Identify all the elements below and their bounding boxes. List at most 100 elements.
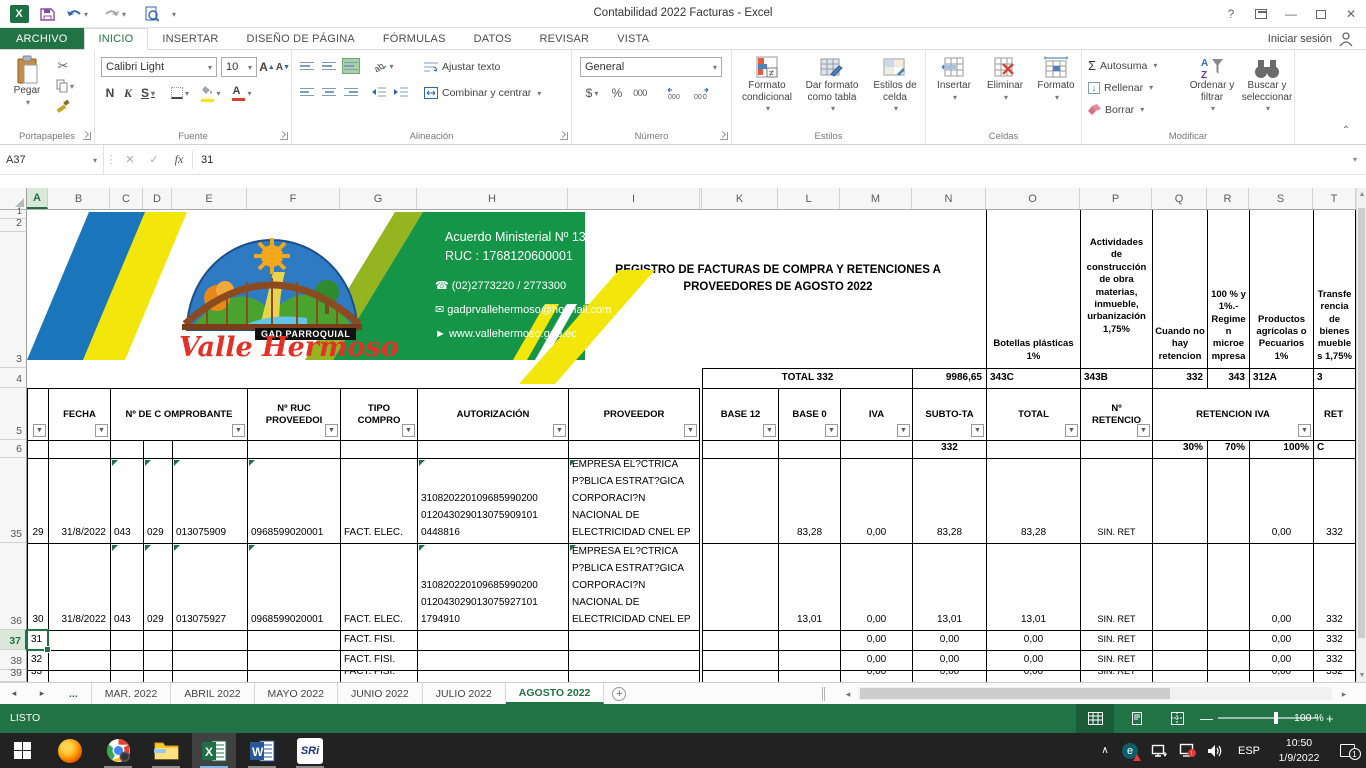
new-sheet-button[interactable]: +: [604, 683, 634, 704]
sheet-tab-julio[interactable]: JULIO 2022: [423, 683, 506, 704]
format-as-table-button[interactable]: Dar formato como tabla: [800, 56, 864, 115]
cell-L37[interactable]: [778, 630, 840, 650]
alignment-dialog-launcher[interactable]: [560, 132, 568, 140]
start-button[interactable]: [0, 733, 44, 768]
filter-icon[interactable]: ▼: [763, 424, 776, 437]
col-header-C[interactable]: C: [110, 188, 143, 209]
insert-cells-button[interactable]: Insertar: [930, 56, 978, 103]
page-break-view-button[interactable]: [1158, 704, 1196, 733]
horizontal-scrollbar[interactable]: [858, 687, 1332, 700]
cell-P35[interactable]: SIN. RET: [1080, 458, 1152, 543]
cell-Q4[interactable]: 332: [1152, 368, 1207, 388]
underline-button[interactable]: S: [137, 84, 159, 102]
hscroll-right-icon[interactable]: ▸: [1336, 686, 1352, 702]
format-cells-button[interactable]: Formato: [1032, 56, 1080, 103]
fill-button[interactable]: ↓Rellenar: [1088, 79, 1170, 96]
cell-B36[interactable]: 31/8/2022: [48, 543, 110, 630]
cell-O3[interactable]: Botellas plásticas 1%: [986, 210, 1080, 368]
cell-H38[interactable]: [417, 650, 568, 670]
cell-R3[interactable]: 100 % y 1%.- Regimen microempresa: [1207, 210, 1249, 368]
tray-eset-icon[interactable]: e: [1118, 733, 1142, 768]
sign-in[interactable]: Iniciar sesión: [1268, 28, 1354, 50]
col-header-F[interactable]: F: [247, 188, 340, 209]
cell-O36[interactable]: 13,01: [986, 543, 1080, 630]
cell-I39[interactable]: [568, 670, 700, 682]
cell-O4[interactable]: 343C: [986, 368, 1080, 388]
cell-G35[interactable]: FACT. ELEC.: [340, 458, 417, 543]
sheet-tab-agosto[interactable]: AGOSTO 2022: [506, 683, 605, 704]
cell-E6[interactable]: [172, 440, 247, 458]
tab-insertar[interactable]: INSERTAR: [148, 28, 232, 49]
cell-S36[interactable]: 0,00: [1249, 543, 1313, 630]
header-ruc[interactable]: Nº RUC PROVEEDOI▼: [247, 388, 340, 440]
page-layout-view-button[interactable]: [1118, 704, 1156, 733]
filter-icon[interactable]: ▼: [1298, 424, 1311, 437]
name-box[interactable]: A37: [0, 145, 104, 174]
cell-B6[interactable]: [48, 440, 110, 458]
filter-icon[interactable]: ▼: [684, 424, 697, 437]
header-subtotal[interactable]: SUBTO-TA▼: [912, 388, 986, 440]
increase-decimal-icon[interactable]: 000: [664, 84, 686, 102]
col-header-N[interactable]: N: [912, 188, 986, 209]
zoom-level[interactable]: 100 %: [1294, 712, 1324, 724]
col-header-M[interactable]: M: [840, 188, 912, 209]
cell-M35[interactable]: 0,00: [840, 458, 912, 543]
borders-button[interactable]: [167, 84, 193, 102]
clipboard-dialog-launcher[interactable]: [83, 132, 91, 140]
cell-B35[interactable]: 31/8/2022: [48, 458, 110, 543]
cell-C6[interactable]: [110, 440, 143, 458]
paste-button[interactable]: Pegar: [6, 55, 48, 108]
clear-button[interactable]: Borrar: [1088, 101, 1160, 118]
sheet-tab-mayo[interactable]: MAYO 2022: [255, 683, 338, 704]
col-header-O[interactable]: O: [986, 188, 1080, 209]
format-painter-icon[interactable]: [54, 98, 72, 114]
cell-E37[interactable]: [172, 630, 247, 650]
taskbar-explorer[interactable]: [144, 733, 188, 768]
align-top-icon[interactable]: [298, 58, 316, 74]
vertical-scroll-thumb[interactable]: [1358, 208, 1365, 638]
cell-M37[interactable]: 0,00: [840, 630, 912, 650]
cell-N4[interactable]: 9986,65: [912, 368, 986, 388]
header-tipo[interactable]: TIPO COMPRO▼: [340, 388, 417, 440]
tab-vista[interactable]: VISTA: [603, 28, 663, 49]
cell-total-label[interactable]: TOTAL 332: [702, 368, 912, 388]
cell-L35[interactable]: 83,28: [778, 458, 840, 543]
filter-icon[interactable]: ▼: [33, 424, 46, 437]
cut-icon[interactable]: ✂: [54, 58, 72, 74]
decrease-decimal-icon[interactable]: 000: [690, 84, 712, 102]
tray-volume-icon[interactable]: [1202, 733, 1228, 768]
col-header-I[interactable]: I: [568, 188, 700, 209]
cell-E38[interactable]: [172, 650, 247, 670]
sheet-tab-mar[interactable]: MAR. 2022: [91, 683, 172, 704]
cell-Q3[interactable]: Cuando no hay retencion: [1152, 210, 1207, 368]
cell-D39[interactable]: [143, 670, 172, 682]
cell-Q37[interactable]: [1152, 630, 1207, 650]
cell-N39[interactable]: 0,00: [912, 670, 986, 682]
cell-N6[interactable]: 332: [912, 440, 986, 458]
cell-E39[interactable]: [172, 670, 247, 682]
cell-I6[interactable]: [568, 440, 700, 458]
header-base12[interactable]: BASE 12▼: [702, 388, 778, 440]
minimize-button[interactable]: —: [1276, 0, 1306, 28]
header-ret2[interactable]: RET: [1313, 388, 1356, 440]
header-total[interactable]: TOTAL▼: [986, 388, 1080, 440]
insert-function-icon[interactable]: fx: [166, 152, 192, 167]
cell-B38[interactable]: [48, 650, 110, 670]
cell-O37[interactable]: 0,00: [986, 630, 1080, 650]
cell-H36[interactable]: 310820220109685990200 012043029013075927…: [417, 543, 568, 630]
wrap-text-button[interactable]: Ajustar texto: [424, 58, 550, 76]
cell-S39[interactable]: 0,00: [1249, 670, 1313, 682]
align-left-icon[interactable]: [298, 84, 316, 100]
cell-I36[interactable]: EMPRESA EL?CTRICA P?BLICA ESTRAT?GICA CO…: [568, 543, 700, 630]
formula-input[interactable]: 31: [193, 154, 1344, 166]
taskbar-sri[interactable]: SRi: [288, 733, 332, 768]
cell-E35[interactable]: 013075909: [172, 458, 247, 543]
col-header-G[interactable]: G: [340, 188, 417, 209]
filter-icon[interactable]: ▼: [325, 424, 338, 437]
cell-N38[interactable]: 0,00: [912, 650, 986, 670]
sheet-nav-right-icon[interactable]: ▸: [40, 688, 45, 699]
cell-Q36[interactable]: [1152, 543, 1207, 630]
cell-O38[interactable]: 0,00: [986, 650, 1080, 670]
cell-T39[interactable]: 332: [1313, 670, 1356, 682]
cell-A39[interactable]: 33: [27, 670, 48, 682]
